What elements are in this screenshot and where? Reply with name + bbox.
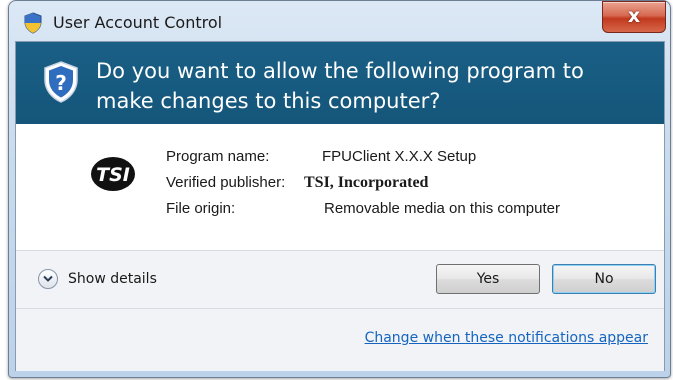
tsi-logo-icon: TSI [91,157,135,191]
close-icon: x [627,5,641,27]
file-origin-value: Removable media on this computer [324,200,560,217]
no-button[interactable]: No [552,264,656,294]
chevron-down-icon[interactable] [38,269,58,289]
yes-button[interactable]: Yes [436,264,540,294]
uac-dialog-window: User Account Control x ? Do you want to … [8,0,671,378]
notification-settings-link[interactable]: Change when these notifications appear [365,330,648,346]
publisher-label: Verified publisher: [166,174,286,191]
program-name-value: FPUClient X.X.X Setup [322,148,477,165]
close-button[interactable]: x [602,1,666,33]
action-bar: Show details Yes No [16,250,664,309]
file-origin-label: File origin: [166,200,236,217]
publisher-value: TSI, Incorporated [304,174,429,191]
dialog-content: ? Do you want to allow the following pro… [15,41,665,371]
footer: Change when these notifications appear [16,308,664,371]
question-banner: ? Do you want to allow the following pro… [16,42,664,124]
shield-question-icon: ? [44,61,78,103]
title-bar[interactable]: User Account Control x [9,1,670,45]
window-title: User Account Control [53,13,223,32]
shield-icon [24,12,42,34]
question-text: Do you want to allow the following progr… [96,59,584,113]
tsi-logo-text: TSI [96,164,130,186]
program-name-label: Program name: [166,148,270,165]
show-details-label[interactable]: Show details [68,271,157,287]
svg-text:?: ? [55,71,67,95]
program-details: TSI Program name: FPUClient X.X.X Setup … [16,124,664,250]
